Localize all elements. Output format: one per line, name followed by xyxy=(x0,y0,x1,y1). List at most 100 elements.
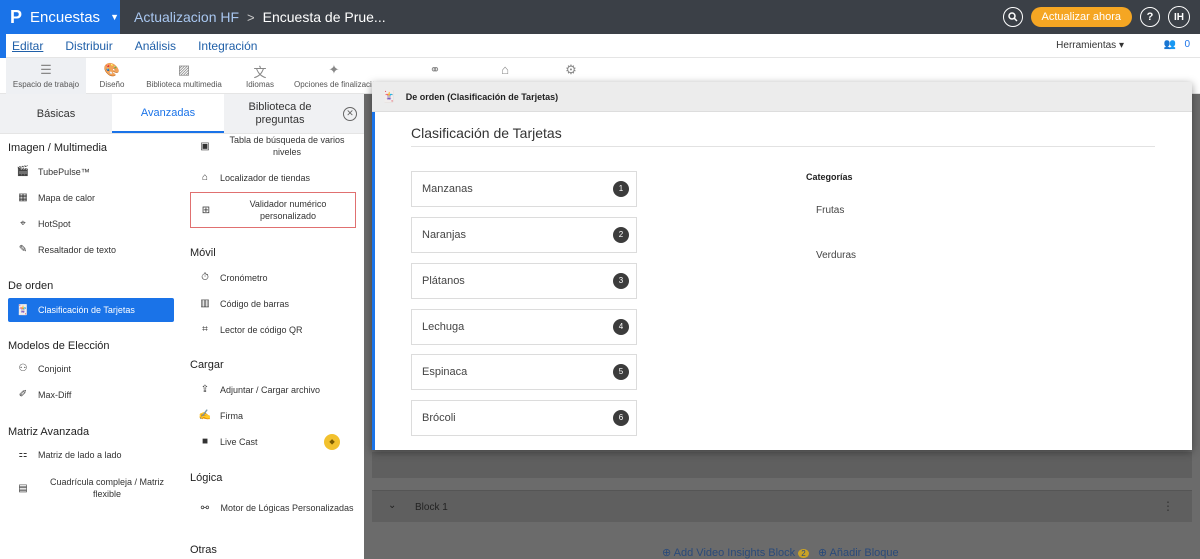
question-type-item[interactable]: ▣ Tabla de búsqueda de varios niveles xyxy=(198,132,354,160)
question-type-item-selected[interactable]: 🃏 Clasificación de Tarjetas xyxy=(8,298,174,322)
help-button[interactable]: ? xyxy=(1140,7,1160,27)
card-option-label: Naranjas xyxy=(422,229,467,241)
question-types-panel: Básicas Avanzadas Biblioteca de pregunta… xyxy=(0,94,364,559)
store-locator-icon: ⌂ xyxy=(201,172,209,183)
item-label: Adjuntar / Cargar archivo xyxy=(220,384,321,395)
item-label: Validador numérico personalizado xyxy=(249,199,327,221)
question-type-item[interactable]: ⇪ Adjuntar / Cargar archivo xyxy=(198,384,354,395)
question-type-item[interactable]: ⚏ Matriz de lado a lado xyxy=(16,449,176,460)
question-type-item[interactable]: ▦ Mapa de calor xyxy=(16,192,176,203)
collapse-icon[interactable]: ⌄ xyxy=(388,500,396,511)
category-item[interactable]: Frutas xyxy=(816,205,844,216)
item-label: HotSpot xyxy=(38,218,71,229)
search-icon xyxy=(1007,12,1018,22)
highlighter-icon: ✎ xyxy=(18,244,28,255)
question-type-item[interactable]: ⌗ Lector de código QR xyxy=(198,324,354,335)
avatar[interactable]: IH xyxy=(1168,6,1190,28)
question-type-item[interactable]: ⚇ Conjoint xyxy=(16,363,176,374)
toolbar-workspace[interactable]: ☰ Espacio de trabajo xyxy=(6,58,86,94)
menu-analysis[interactable]: Análisis xyxy=(135,39,176,53)
workspace-icon: ☰ xyxy=(40,62,52,77)
question-type-item[interactable]: ✍ Firma xyxy=(198,410,354,421)
search-button[interactable] xyxy=(1002,7,1023,27)
tools-dropdown[interactable]: Herramientas ▾ xyxy=(1056,40,1124,51)
breadcrumb-survey[interactable]: Encuesta de Prue... xyxy=(263,9,386,25)
tab-advanced[interactable]: Avanzadas xyxy=(112,94,224,133)
plus-icon: ⊕ xyxy=(662,547,672,559)
question-type-item[interactable]: ■ Live Cast ⬥ xyxy=(198,433,354,450)
card-option-number: 1 xyxy=(613,181,629,197)
item-label: TubePulse™ xyxy=(38,166,90,177)
cards-icon: 🃏 xyxy=(16,304,30,316)
breadcrumb-separator: > xyxy=(247,9,255,25)
card-header: 🃏 De orden (Clasificación de Tarjetas) xyxy=(372,82,1192,112)
section-title: Cargar xyxy=(190,359,224,371)
toolbar-finish-label: Opciones de finalización xyxy=(294,80,374,89)
question-type-item[interactable]: ▥ Código de barras xyxy=(198,298,354,309)
card-option-label: Espinaca xyxy=(422,366,468,378)
table-search-icon: ▣ xyxy=(200,140,210,152)
card-option[interactable]: Plátanos 3 xyxy=(411,263,637,299)
item-label: Lector de código QR xyxy=(220,324,303,335)
question-type-item-highlighted[interactable]: ⊞ Validador numérico personalizado xyxy=(190,192,356,228)
camera-icon: ■ xyxy=(201,436,209,447)
breadcrumb-project[interactable]: Actualizacion HF xyxy=(134,9,239,25)
section-title: Otras xyxy=(190,544,217,556)
card-option[interactable]: Manzanas 1 xyxy=(411,171,637,207)
question-preview-card: 🃏 De orden (Clasificación de Tarjetas) C… xyxy=(372,82,1192,450)
block-header[interactable]: ⌄ Block 1 ⋮ xyxy=(372,490,1192,522)
question-type-item[interactable]: 🎬 TubePulse™ xyxy=(16,166,176,177)
panel-tabs: Básicas Avanzadas Biblioteca de pregunta… xyxy=(0,94,364,134)
section-title: Imagen / Multimedia xyxy=(8,142,108,154)
menu-distribute[interactable]: Distribuir xyxy=(65,39,112,53)
toolbar-languages[interactable]: 文 Idiomas xyxy=(240,58,280,94)
maxdiff-icon: ✐ xyxy=(18,389,28,400)
menu-bar: Editar Distribuir Análisis Integración H… xyxy=(0,34,1200,58)
question-type-item[interactable]: ⚯ Motor de Lógicas Personalizadas xyxy=(198,494,354,522)
app-name: Encuestas xyxy=(30,8,101,26)
plug-icon: ⚭ xyxy=(429,62,441,77)
card-accent xyxy=(372,112,375,450)
card-option[interactable]: Lechuga 4 xyxy=(411,309,637,345)
question-type-item[interactable]: ▤ Cuadrícula compleja / Matriz flexible xyxy=(16,476,176,500)
tab-question-library[interactable]: Biblioteca de preguntas xyxy=(224,94,336,133)
tab-basic[interactable]: Básicas xyxy=(0,94,112,133)
toolbar-design[interactable]: 🎨 Diseño xyxy=(92,58,132,94)
card-option[interactable]: Naranjas 2 xyxy=(411,217,637,253)
barcode-icon: ▥ xyxy=(200,298,210,309)
toolbar-finish-options[interactable]: ✦ Opciones de finalización xyxy=(294,58,374,94)
question-type-item[interactable]: ⌂ Localizador de tiendas xyxy=(198,172,354,183)
card-option[interactable]: Espinaca 5 xyxy=(411,354,637,390)
item-label: Localizador de tiendas xyxy=(220,172,311,183)
caret-down-icon: ▼ xyxy=(110,12,119,22)
item-label: Live Cast xyxy=(220,436,258,447)
numeric-validator-icon: ⊞ xyxy=(201,204,211,216)
grid-icon: ▤ xyxy=(18,482,28,494)
add-video-block-button[interactable]: ⊕ Add Video Insights Block 2 xyxy=(662,547,809,559)
chevron-down-icon: ▾ xyxy=(1118,40,1124,51)
question-type-item[interactable]: ✐ Max-Diff xyxy=(16,389,176,400)
collaborators[interactable]: 👥 0 xyxy=(1164,39,1190,50)
card-option-number: 3 xyxy=(613,273,629,289)
menu-integration[interactable]: Integración xyxy=(198,39,257,53)
toolbar-media-library[interactable]: ▨ Biblioteca multimedia xyxy=(142,58,226,94)
upgrade-button[interactable]: Actualizar ahora xyxy=(1030,7,1132,27)
category-item[interactable]: Verduras xyxy=(816,250,856,261)
add-block-button[interactable]: ⊕ Añadir Bloque xyxy=(818,547,899,559)
item-label: Max-Diff xyxy=(38,389,72,400)
gear-icon: ⚙ xyxy=(565,62,577,77)
question-type-item[interactable]: ✎ Resaltador de texto xyxy=(16,244,176,255)
more-options-icon[interactable]: ⋮ xyxy=(1162,499,1174,513)
card-option[interactable]: Brócoli 6 xyxy=(411,400,637,436)
question-type-item[interactable]: ⌖ HotSpot xyxy=(16,218,176,229)
product-switcher[interactable]: P Encuestas ▼ xyxy=(0,0,120,34)
add-block-links: ⊕ Add Video Insights Block 2 ⊕ Añadir Bl… xyxy=(662,546,899,559)
item-label: Motor de Lógicas Personalizadas xyxy=(220,503,354,513)
close-panel-button[interactable]: ✕ xyxy=(336,94,364,133)
question-type-item[interactable]: ⏱ Cronómetro xyxy=(198,272,354,283)
hotspot-icon: ⌖ xyxy=(20,218,26,229)
section-title: De orden xyxy=(8,280,54,292)
menu-edit[interactable]: Editar xyxy=(12,39,43,53)
cards-icon: 🃏 xyxy=(382,91,396,103)
card-option-number: 5 xyxy=(613,364,629,380)
